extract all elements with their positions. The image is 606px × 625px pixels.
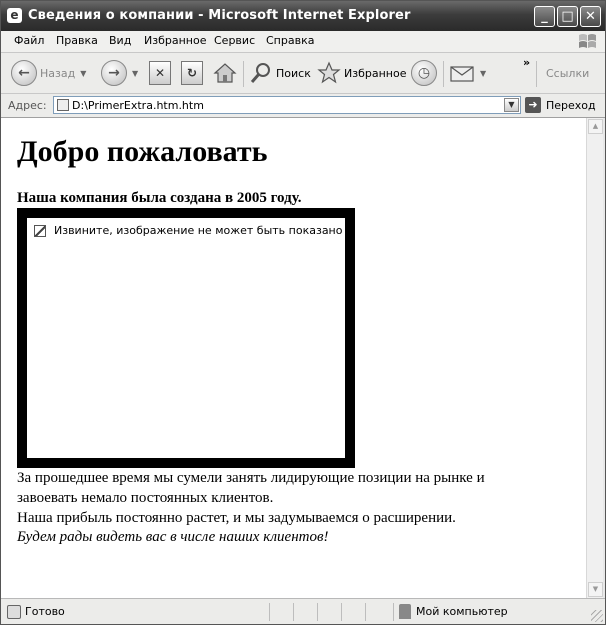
toolbar-separator bbox=[536, 61, 537, 87]
back-label: Назад bbox=[40, 66, 76, 80]
address-dropdown-icon[interactable]: ▼ bbox=[504, 98, 519, 112]
paragraph-line: За прошедшее время мы сумели занять лиди… bbox=[17, 470, 485, 486]
page-icon bbox=[57, 99, 69, 111]
image-alt-text: Извините, изображение не может быть пока… bbox=[54, 224, 343, 237]
mail-icon bbox=[450, 66, 474, 82]
toolbar-separator bbox=[243, 61, 244, 87]
maximize-button[interactable]: □ bbox=[557, 6, 578, 27]
toolbar-separator bbox=[443, 61, 444, 87]
go-arrow-icon: ➜ bbox=[525, 97, 541, 113]
menu-file[interactable]: Файл bbox=[14, 34, 44, 47]
forward-dropdown-icon[interactable]: ▼ bbox=[132, 69, 138, 78]
scroll-up-icon[interactable]: ▲ bbox=[588, 119, 603, 134]
star-icon bbox=[317, 61, 341, 84]
refresh-button[interactable]: ↻ bbox=[181, 59, 203, 87]
page-heading: Добро пожаловать bbox=[17, 135, 268, 168]
paragraph-line: завоевать немало постоянных клиентов. bbox=[17, 490, 274, 506]
menu-bar: Файл Правка Вид Избранное Сервис Справка bbox=[1, 31, 605, 53]
go-label: Переход bbox=[546, 98, 596, 112]
back-button[interactable]: ← Назад ▼ bbox=[11, 59, 86, 87]
favorites-label: Избранное bbox=[344, 66, 407, 80]
windows-logo-icon bbox=[579, 34, 596, 48]
stop-icon: ✕ bbox=[149, 61, 171, 85]
home-icon bbox=[213, 63, 237, 83]
status-separator bbox=[393, 603, 394, 621]
browser-window: e Сведения о компании - Microsoft Intern… bbox=[0, 0, 606, 625]
search-label: Поиск bbox=[276, 66, 311, 80]
page-content: Добро пожаловать Наша компания была созд… bbox=[1, 118, 586, 598]
menu-view[interactable]: Вид bbox=[109, 34, 131, 47]
mail-dropdown-icon[interactable]: ▼ bbox=[480, 69, 486, 78]
favorites-button[interactable]: Избранное bbox=[317, 59, 406, 87]
computer-zone-icon bbox=[399, 604, 411, 619]
back-dropdown-icon[interactable]: ▼ bbox=[80, 69, 86, 78]
menu-help[interactable]: Справка bbox=[266, 34, 314, 47]
paragraph-line: Наша прибыль постоянно растет, и мы заду… bbox=[17, 510, 456, 526]
resize-grip-icon[interactable] bbox=[591, 610, 603, 622]
status-separator bbox=[341, 603, 342, 621]
search-icon bbox=[250, 63, 270, 83]
status-bar: Готово Мой компьютер bbox=[1, 598, 605, 624]
page-subheading: Наша компания была создана в 2005 году. bbox=[17, 190, 302, 206]
security-zone: Мой компьютер bbox=[416, 605, 508, 618]
stop-button[interactable]: ✕ bbox=[149, 59, 171, 87]
go-button[interactable]: ➜ Переход bbox=[525, 96, 596, 114]
mail-button[interactable]: ▼ bbox=[449, 59, 486, 87]
close-button[interactable]: ✕ bbox=[580, 6, 601, 27]
status-separator bbox=[317, 603, 318, 621]
address-input[interactable] bbox=[72, 98, 492, 112]
toolbar-overflow-chevron[interactable]: » bbox=[523, 55, 530, 69]
links-button[interactable]: Ссылки bbox=[543, 59, 589, 87]
minimize-button[interactable]: _ bbox=[534, 6, 555, 27]
title-bar: e Сведения о компании - Microsoft Intern… bbox=[1, 1, 605, 31]
forward-arrow-icon: → bbox=[101, 60, 127, 86]
window-title: Сведения о компании - Microsoft Internet… bbox=[28, 8, 411, 23]
status-separator bbox=[269, 603, 270, 621]
broken-image-icon bbox=[34, 225, 46, 237]
history-button[interactable]: ◷ bbox=[411, 59, 437, 87]
address-label: Адрес: bbox=[8, 99, 47, 112]
search-button[interactable]: Поиск bbox=[249, 59, 311, 87]
vertical-scrollbar[interactable]: ▲ ▼ bbox=[586, 118, 603, 598]
refresh-icon: ↻ bbox=[181, 61, 203, 85]
scroll-down-icon[interactable]: ▼ bbox=[588, 582, 603, 597]
page-status-icon bbox=[7, 605, 21, 619]
back-arrow-icon: ← bbox=[11, 60, 37, 86]
history-icon: ◷ bbox=[411, 60, 437, 86]
menu-tools[interactable]: Сервис bbox=[214, 34, 255, 47]
ie-logo-icon: e bbox=[7, 8, 22, 23]
forward-button[interactable]: → ▼ bbox=[101, 59, 138, 87]
broken-image-frame: Извините, изображение не может быть пока… bbox=[17, 208, 355, 468]
status-separator bbox=[365, 603, 366, 621]
menu-favorites[interactable]: Избранное bbox=[144, 34, 206, 47]
status-text: Готово bbox=[25, 605, 65, 618]
address-bar: Адрес: ▼ ➜ Переход bbox=[1, 94, 605, 118]
menu-edit[interactable]: Правка bbox=[56, 34, 98, 47]
closing-line: Будем рады видеть вас в числе наших клие… bbox=[17, 529, 329, 545]
address-box[interactable]: ▼ bbox=[53, 96, 521, 114]
links-label: Ссылки bbox=[546, 66, 590, 80]
status-separator bbox=[293, 603, 294, 621]
home-button[interactable] bbox=[213, 59, 237, 87]
standard-toolbar: ← Назад ▼ → ▼ ✕ ↻ Поиск Избранное ◷ ▼ » … bbox=[1, 53, 605, 94]
